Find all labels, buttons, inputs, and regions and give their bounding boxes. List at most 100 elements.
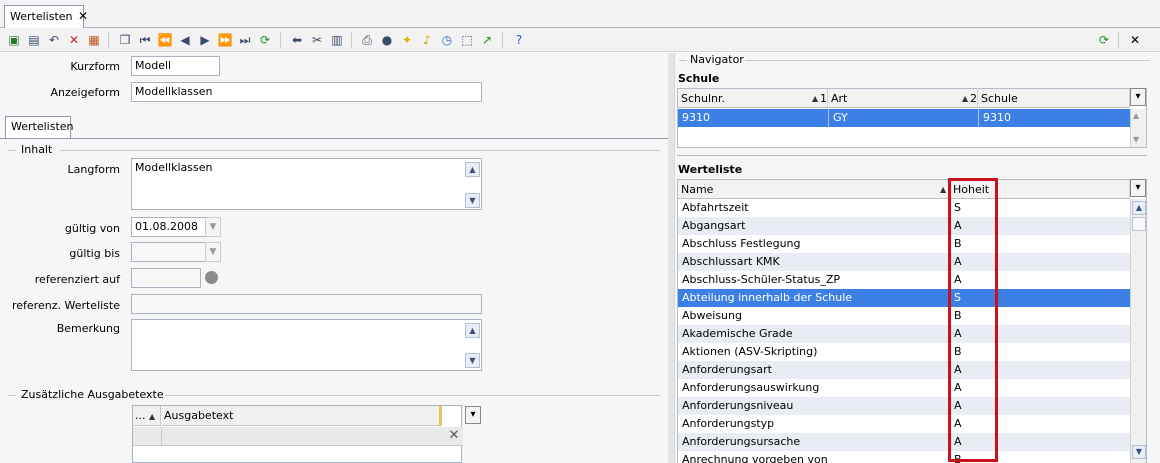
table-row[interactable]: Anforderungsart A	[678, 361, 1130, 379]
table-row[interactable]: Anforderungsniveau A	[678, 397, 1130, 415]
ag-filter-row[interactable]: ✕	[133, 427, 463, 446]
table-row[interactable]: Anforderungsauswirkung A	[678, 379, 1130, 397]
table-row[interactable]: Anforderungsursache A	[678, 433, 1130, 451]
schule-section-title: Schule	[678, 72, 720, 85]
delete-icon[interactable]: ✕	[65, 31, 83, 49]
last-record-icon[interactable]: ⏭	[236, 31, 254, 49]
table-row[interactable]: Abschlussart KMK A	[678, 253, 1130, 271]
table-row[interactable]: Abschluss-Schüler-Status_ZP A	[678, 271, 1130, 289]
table-row[interactable]: Abgangsart A	[678, 217, 1130, 235]
sort-ascending-icon: ▲	[940, 185, 947, 194]
first-record-icon[interactable]: ⏮	[136, 31, 154, 49]
help-icon[interactable]: ?	[510, 31, 528, 49]
scroll-down-icon[interactable]: ▼	[465, 193, 480, 208]
scroll-up-icon[interactable]: ▲	[465, 323, 480, 338]
print-icon[interactable]: ⎙	[358, 31, 376, 49]
scroll-down-icon[interactable]: ▼	[465, 353, 480, 368]
table-row[interactable]: Anrechnung vorgeben von B	[678, 451, 1130, 463]
kurzform-input[interactable]: Modell	[131, 56, 220, 76]
langform-textarea[interactable]: Modellklassen	[131, 158, 482, 210]
section-divider	[677, 155, 1147, 156]
lightbulb-icon[interactable]: ✦	[398, 31, 416, 49]
scroll-up-icon[interactable]: ▲	[1132, 201, 1146, 215]
gueltig-von-input[interactable]: 01.08.2008	[131, 217, 206, 237]
table-row[interactable]: Abweisung B	[678, 307, 1130, 325]
table-row[interactable]: Anforderungstyp A	[678, 415, 1130, 433]
scroll-up-icon[interactable]: ▲	[465, 162, 480, 177]
ausgabetexte-grid: ... ▲ Ausgabetext ✕	[132, 405, 463, 463]
group-line	[745, 60, 1150, 61]
sync-icon[interactable]: ⟳	[1095, 31, 1113, 49]
anzeigeform-label: Anzeigeform	[50, 86, 121, 99]
table-row[interactable]: Abteilung innerhalb der Schule S	[678, 289, 1130, 307]
referenziert-auf-input[interactable]	[131, 268, 201, 288]
back-arrow-icon[interactable]: ⬅	[288, 31, 306, 49]
group-line	[60, 150, 660, 151]
table-row[interactable]: Aktionen (ASV-Skripting) B	[678, 343, 1130, 361]
grid-menu-icon[interactable]: ▾	[1130, 88, 1146, 106]
werteliste-scrollbar[interactable]: ▲ ▼	[1130, 199, 1146, 463]
anzeigeform-input[interactable]: Modellklassen	[131, 82, 482, 102]
table-row[interactable]: Abschluss Festlegung B	[678, 235, 1130, 253]
paste-icon[interactable]: ▥	[328, 31, 346, 49]
gueltig-bis-input[interactable]	[131, 242, 206, 262]
tab-wertelisten-inner[interactable]: Wertelisten	[5, 116, 74, 139]
chart-icon[interactable]: ↗	[478, 31, 496, 49]
scroll-down-icon[interactable]: ▼	[1132, 445, 1146, 459]
gueltig-bis-dropdown-icon[interactable]: ▼	[205, 242, 221, 262]
werteliste-column-name[interactable]: Name ▲	[678, 180, 950, 199]
gueltig-von-dropdown-icon[interactable]: ▼	[205, 217, 221, 237]
ag-column-header-2[interactable]: Ausgabetext	[162, 406, 442, 426]
tab-wertelisten[interactable]: Wertelisten ✕	[4, 5, 88, 29]
table-cell-name: Abfahrtszeit	[682, 201, 749, 214]
schule-column-art-label: Art	[831, 92, 848, 105]
ag-column-header-1[interactable]: ... ▲	[133, 406, 161, 426]
refresh-icon[interactable]: ⟳	[256, 31, 274, 49]
bell-icon[interactable]: ♪	[418, 31, 436, 49]
referenz-werteliste-input[interactable]	[131, 294, 482, 314]
save-icon[interactable]: ▤	[25, 31, 43, 49]
sort-order-1: 1	[820, 92, 827, 105]
copy-icon[interactable]: ❐	[116, 31, 134, 49]
clock-icon[interactable]: ◷	[438, 31, 456, 49]
cut-icon[interactable]: ✂	[308, 31, 326, 49]
select-area-icon[interactable]: ⬚	[458, 31, 476, 49]
scroll-down-icon[interactable]: ▼	[1133, 135, 1139, 144]
schule-column-schule[interactable]: Schule	[978, 89, 1130, 108]
edit-icon[interactable]: ▦	[85, 31, 103, 49]
next-record-icon[interactable]: ▶	[196, 31, 214, 49]
table-cell-name: Abteilung innerhalb der Schule	[682, 291, 853, 304]
table-cell-name: Abschlussart KMK	[682, 255, 780, 268]
schule-column-schule-label: Schule	[981, 92, 1018, 105]
schule-column-schulnr[interactable]: Schulnr. ▲ 1	[678, 89, 828, 108]
close-navigator-icon[interactable]: ✕	[1126, 31, 1144, 49]
table-row[interactable]: 9310 GY 9310	[678, 109, 1130, 127]
previous-record-icon[interactable]: ◀	[176, 31, 194, 49]
document-tab-strip: Wertelisten ✕	[0, 0, 1160, 29]
undo-icon[interactable]: ↶	[45, 31, 63, 49]
toolbar-separator	[1118, 32, 1119, 48]
sort-ascending-icon: ▲	[149, 412, 156, 421]
table-row[interactable]: Akademische Grade A	[678, 325, 1130, 343]
grid-menu-icon[interactable]: ▾	[465, 406, 481, 424]
close-tab-icon[interactable]: ✕	[78, 9, 88, 23]
scrollbar-thumb[interactable]	[1132, 217, 1146, 231]
view-icon[interactable]: ●	[378, 31, 396, 49]
referenz-werteliste-label: referenz. Werteliste	[11, 299, 120, 312]
grid-menu-icon[interactable]: ▾	[1130, 179, 1146, 197]
bemerkung-textarea[interactable]	[131, 319, 482, 371]
scroll-up-icon[interactable]: ▲	[1133, 111, 1139, 120]
info-circle-icon[interactable]	[205, 271, 218, 284]
table-row[interactable]: Abfahrtszeit S	[678, 199, 1130, 217]
clear-filter-icon[interactable]: ✕	[446, 427, 462, 445]
toolbar-separator	[351, 32, 352, 48]
schule-column-art[interactable]: Art ▲ 2	[828, 89, 978, 108]
table-cell: GY	[828, 109, 978, 127]
tab-wertelisten-label: Wertelisten	[10, 10, 73, 23]
table-cell-name: Aktionen (ASV-Skripting)	[682, 345, 818, 358]
previous-page-icon[interactable]: ⏪	[156, 31, 174, 49]
new-icon[interactable]: ▣	[5, 31, 23, 49]
next-page-icon[interactable]: ⏩	[216, 31, 234, 49]
schule-scrollbar[interactable]: ▲ ▼	[1130, 109, 1146, 147]
bemerkung-label: Bemerkung	[56, 322, 120, 335]
